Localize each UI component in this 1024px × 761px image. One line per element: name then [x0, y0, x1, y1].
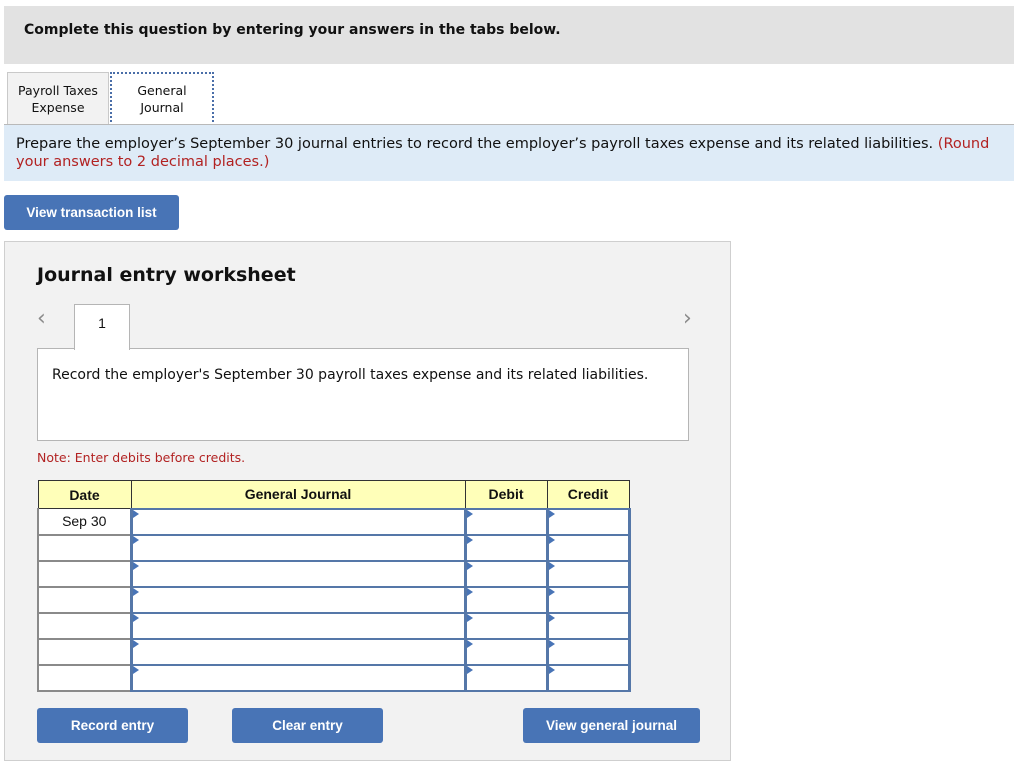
- journal-table-header: Date General Journal Debit Credit: [37, 480, 630, 509]
- instruction-text: Prepare the employer’s September 30 jour…: [16, 136, 934, 152]
- journal-entry-worksheet: Journal entry worksheet ‹ 1 › Record the…: [4, 241, 731, 761]
- date-cell: [37, 586, 132, 614]
- tab-label-line1: General: [137, 83, 187, 98]
- debit-input[interactable]: [463, 611, 549, 640]
- debit-input[interactable]: [463, 663, 549, 692]
- credit-input[interactable]: [545, 507, 631, 536]
- debit-input[interactable]: [463, 559, 549, 588]
- header-general-journal: General Journal: [130, 480, 466, 509]
- journal-table: Date General Journal Debit Credit Sep 30: [37, 480, 631, 692]
- account-input[interactable]: [129, 533, 467, 562]
- account-input[interactable]: [129, 507, 467, 536]
- tab-label-line1: Payroll Taxes: [18, 83, 98, 98]
- debits-credits-note: Note: Enter debits before credits.: [37, 450, 246, 465]
- chevron-right-icon[interactable]: ›: [683, 306, 692, 331]
- view-transaction-list-button[interactable]: View transaction list: [4, 195, 179, 230]
- credit-input[interactable]: [545, 611, 631, 640]
- credit-input[interactable]: [545, 533, 631, 562]
- entry-description: Record the employer's September 30 payro…: [37, 348, 689, 441]
- table-row: Sep 30: [37, 507, 631, 536]
- date-cell: [37, 534, 132, 562]
- date-cell: [37, 664, 132, 692]
- tab-label-line2: Journal: [140, 100, 184, 115]
- table-row: [37, 559, 631, 588]
- question-header: Complete this question by entering your …: [4, 6, 1014, 64]
- account-input[interactable]: [129, 611, 467, 640]
- view-general-journal-button[interactable]: View general journal: [523, 708, 700, 743]
- chevron-left-icon[interactable]: ‹: [37, 306, 46, 331]
- debit-input[interactable]: [463, 585, 549, 614]
- debit-input[interactable]: [463, 507, 549, 536]
- table-row: [37, 637, 631, 666]
- table-row: [37, 533, 631, 562]
- debit-input[interactable]: [463, 637, 549, 666]
- entry-description-text: Record the employer's September 30 payro…: [52, 367, 649, 383]
- credit-input[interactable]: [545, 637, 631, 666]
- credit-input[interactable]: [545, 663, 631, 692]
- account-input[interactable]: [129, 663, 467, 692]
- worksheet-title: Journal entry worksheet: [37, 264, 296, 286]
- entry-tab-1[interactable]: 1: [74, 304, 130, 350]
- instruction-panel: Prepare the employer’s September 30 jour…: [4, 125, 1014, 181]
- date-cell: [37, 612, 132, 640]
- account-input[interactable]: [129, 637, 467, 666]
- tab-payroll-taxes-expense[interactable]: Payroll Taxes Expense: [7, 72, 109, 125]
- table-row: [37, 611, 631, 640]
- date-cell: [37, 638, 132, 666]
- tab-label-line2: Expense: [31, 100, 85, 115]
- debit-input[interactable]: [463, 533, 549, 562]
- header-debit: Debit: [464, 480, 548, 509]
- table-row: [37, 663, 631, 692]
- date-cell: [37, 560, 132, 588]
- account-input[interactable]: [129, 585, 467, 614]
- date-cell: Sep 30: [37, 508, 132, 536]
- header-date: Date: [37, 480, 132, 509]
- record-entry-button[interactable]: Record entry: [37, 708, 188, 743]
- credit-input[interactable]: [545, 585, 631, 614]
- clear-entry-button[interactable]: Clear entry: [232, 708, 383, 743]
- account-input[interactable]: [129, 559, 467, 588]
- tab-general-journal[interactable]: General Journal: [110, 72, 214, 126]
- header-instruction: Complete this question by entering your …: [24, 22, 561, 38]
- header-credit: Credit: [546, 480, 630, 509]
- table-row: [37, 585, 631, 614]
- credit-input[interactable]: [545, 559, 631, 588]
